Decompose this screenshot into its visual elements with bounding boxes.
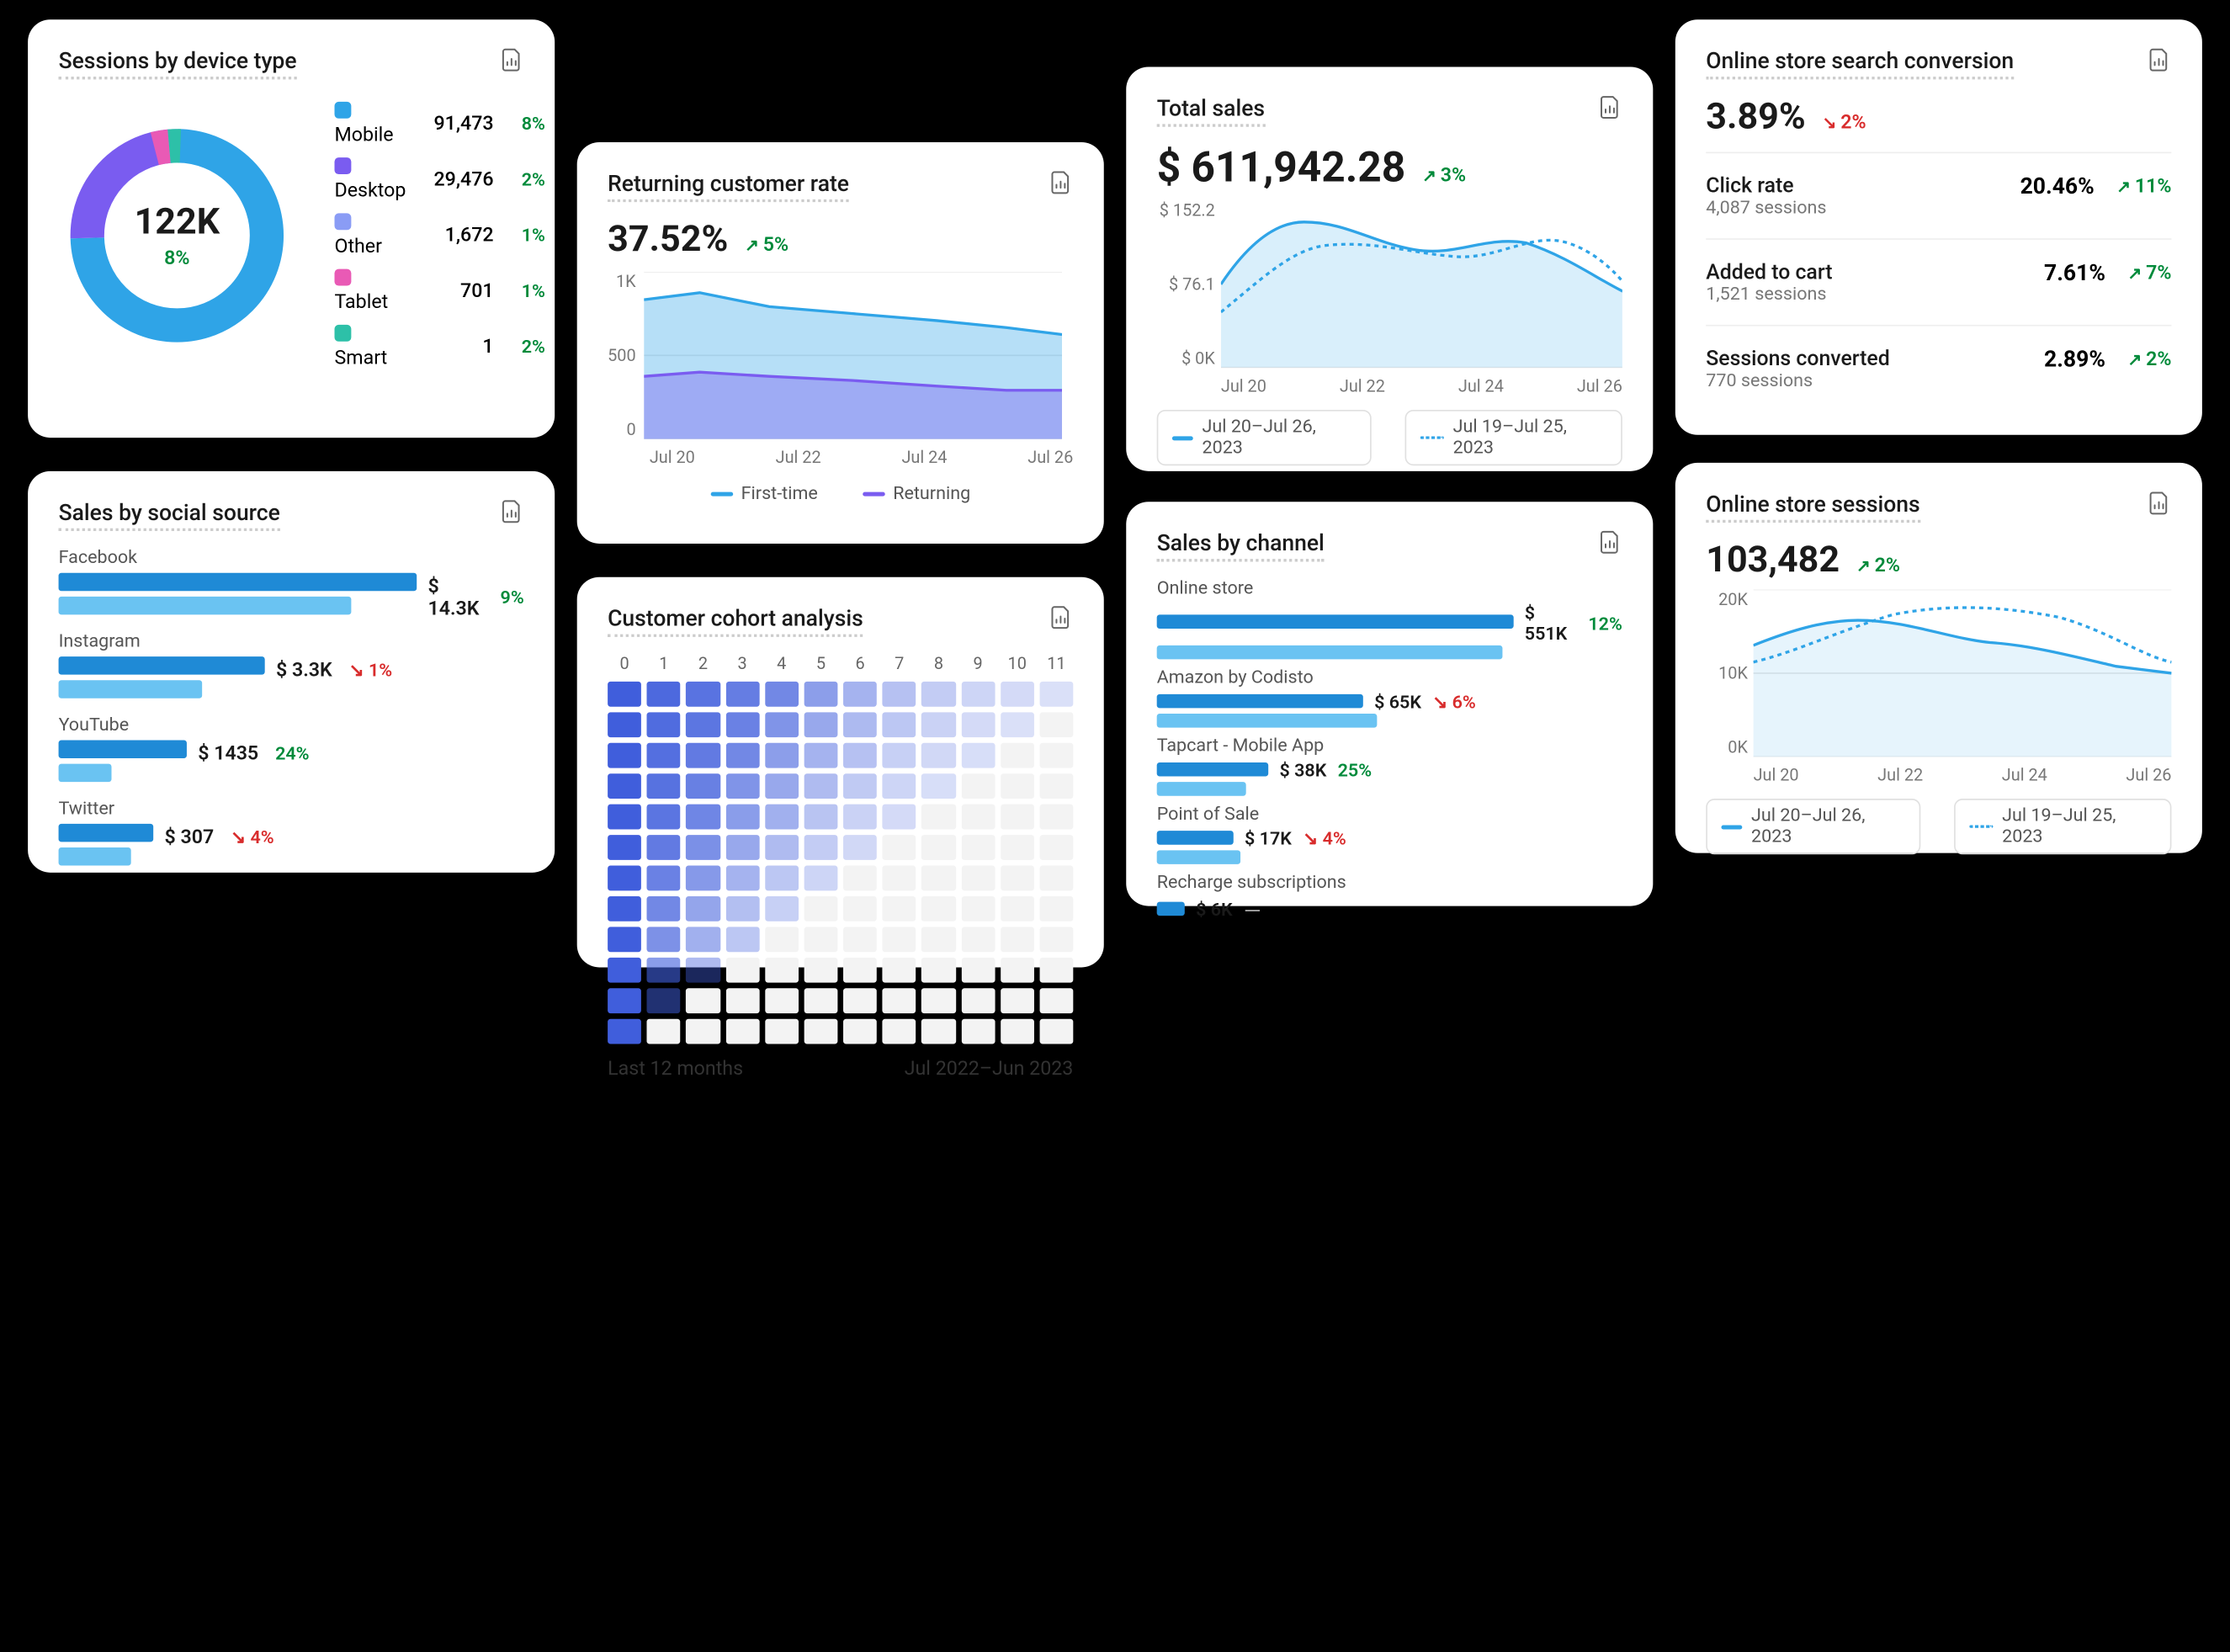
legend-current-period: Jul 20–Jul 26, 2023 xyxy=(1706,799,1920,854)
legend-previous-period: Jul 19–Jul 25, 2023 xyxy=(1405,410,1622,465)
card-title: Online store sessions xyxy=(1706,491,1919,523)
bar-row: Instagram $ 3.3K↘ 1% xyxy=(59,631,524,699)
conversion-row: Sessions converted770 sessions 2.89%↗2% xyxy=(1706,325,2171,412)
report-icon[interactable] xyxy=(1049,605,1074,630)
metric-value: 3.89% xyxy=(1706,96,1805,138)
bar-row: YouTube $ 143524% xyxy=(59,715,524,783)
report-icon[interactable] xyxy=(1597,95,1622,120)
donut-total: 122K xyxy=(135,201,220,243)
line-chart xyxy=(1220,201,1622,369)
device-legend-row: Smart12% xyxy=(321,319,560,374)
report-icon[interactable] xyxy=(499,499,524,524)
conversion-row: Click rate4,087 sessions 20.46%↗11% xyxy=(1706,152,2171,239)
legend-returning: Returning xyxy=(857,481,976,507)
metric-value: $ 611,942.28 xyxy=(1157,144,1406,193)
bar-row: Tapcart - Mobile App$ 38K25% xyxy=(1157,736,1622,796)
metric-value: 37.52% xyxy=(608,219,728,261)
card-title: Total sales xyxy=(1157,95,1265,127)
legend-previous-period: Jul 19–Jul 25, 2023 xyxy=(1954,799,2171,854)
metric-delta: ↗3% xyxy=(1422,164,1466,187)
device-legend-row: Desktop29,4762% xyxy=(321,152,560,208)
card-title: Sales by social source xyxy=(59,499,280,531)
metric-delta: ↗5% xyxy=(745,234,788,257)
report-icon[interactable] xyxy=(2147,491,2172,516)
bar-row: Twitter $ 307↘ 4% xyxy=(59,799,524,866)
card-returning-rate: Returning customer rate 37.52% ↗5% 1K 50… xyxy=(577,142,1104,544)
card-sales-by-channel: Sales by channel Online store$ 551K12% Am… xyxy=(1126,502,1653,906)
metric-value: 103,482 xyxy=(1706,539,1840,582)
card-sessions-by-device: Sessions by device type 122K 8% Mobile91… xyxy=(28,19,555,438)
cohort-heatmap xyxy=(608,682,1073,1044)
metric-delta: ↘2% xyxy=(1823,112,1866,135)
report-icon[interactable] xyxy=(1597,529,1622,555)
report-icon[interactable] xyxy=(2147,47,2172,72)
cohort-range: Jul 2022–Jun 2023 xyxy=(905,1058,1074,1081)
legend-current-period: Jul 20–Jul 26, 2023 xyxy=(1157,410,1372,465)
legend-first-time: First-time xyxy=(705,481,824,507)
card-title: Sessions by device type xyxy=(59,47,297,79)
device-legend-row: Other1,6721% xyxy=(321,208,560,263)
device-legend-row: Mobile91,4738% xyxy=(321,96,560,151)
donut-chart: 122K 8% xyxy=(59,117,296,354)
bar-row: Amazon by Codisto$ 65K↘ 6% xyxy=(1157,667,1622,727)
device-legend-row: Tablet7011% xyxy=(321,263,560,319)
report-icon[interactable] xyxy=(1049,170,1074,195)
bar-row: Online store$ 551K12% xyxy=(1157,578,1622,659)
card-store-sessions: Online store sessions 103,482 ↗2% 20K 10… xyxy=(1675,463,2202,853)
line-chart xyxy=(1754,590,2172,757)
bar-row: Point of Sale$ 17K↘ 4% xyxy=(1157,805,1622,864)
bar-row: Facebook $ 14.3K9% xyxy=(59,548,524,615)
report-icon[interactable] xyxy=(499,47,524,72)
card-total-sales: Total sales $ 611,942.28 ↗3% $ 152.2 $ 7… xyxy=(1126,67,1653,471)
card-sales-by-social: Sales by social source Facebook $ 14.3K9… xyxy=(28,471,555,873)
card-title: Returning customer rate xyxy=(608,170,849,202)
device-legend-table: Mobile91,4738%Desktop29,4762%Other1,6721… xyxy=(321,96,560,374)
card-cohort-analysis: Customer cohort analysis 01234567891011 … xyxy=(577,577,1104,968)
card-title: Customer cohort analysis xyxy=(608,605,863,637)
card-title: Online store search conversion xyxy=(1706,47,2014,79)
card-title: Sales by channel xyxy=(1157,529,1325,561)
donut-delta: 8% xyxy=(164,247,189,270)
area-chart xyxy=(645,272,1063,439)
cohort-period: Last 12 months xyxy=(608,1058,743,1081)
metric-delta: ↗2% xyxy=(1856,555,1900,577)
conversion-row: Added to cart1,521 sessions 7.61%↗7% xyxy=(1706,238,2171,325)
bar-row: Recharge subscriptions$ 6K— xyxy=(1157,873,1622,924)
card-search-conversion: Online store search conversion 3.89% ↘2%… xyxy=(1675,19,2202,435)
